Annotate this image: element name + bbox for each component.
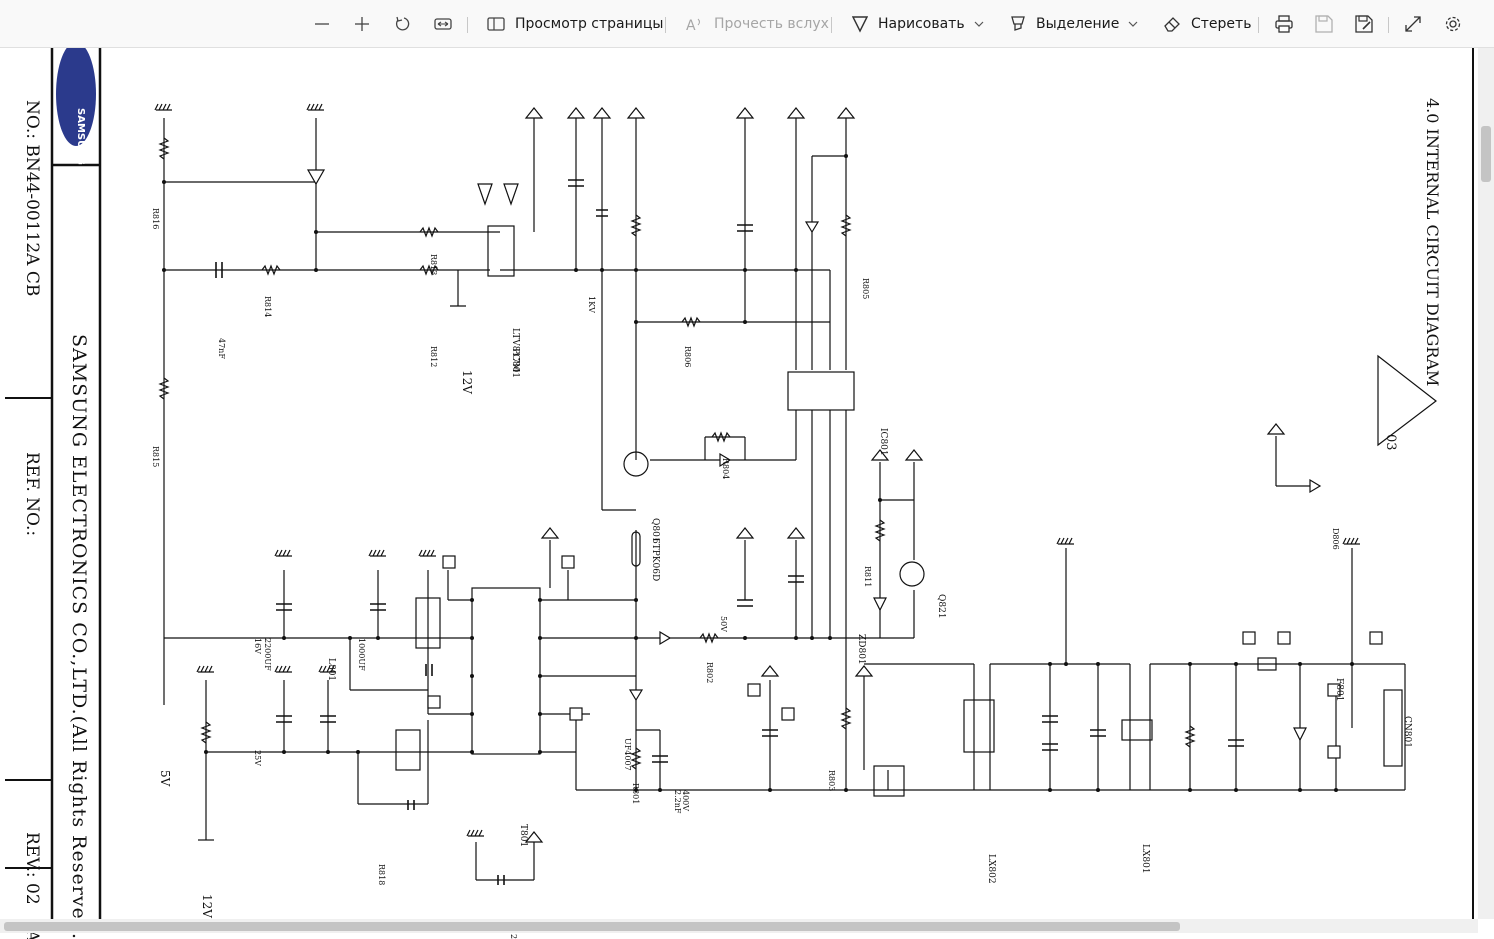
highlight-button[interactable]: Выделение bbox=[1010, 0, 1119, 48]
section-title: 4.0 INTERNAL CIRCUIT DIAGRAM bbox=[1423, 98, 1442, 387]
separator bbox=[1388, 17, 1389, 33]
component-label: R812 bbox=[429, 346, 438, 368]
component-label: 400V bbox=[681, 790, 690, 812]
component-label: UF4007 bbox=[623, 738, 632, 771]
component-label: R811 bbox=[863, 566, 872, 588]
draw-label: Нарисовать bbox=[878, 16, 965, 32]
rotate-icon bbox=[395, 16, 410, 31]
capacitor-symbols bbox=[215, 179, 1244, 885]
component-label: R815 bbox=[151, 446, 160, 468]
component-label: IC801 bbox=[878, 428, 888, 456]
horizontal-scroll-thumb[interactable] bbox=[4, 922, 1180, 931]
component-label: 47nF bbox=[217, 338, 226, 359]
plus-icon bbox=[355, 17, 369, 31]
gear-icon bbox=[1445, 16, 1461, 32]
component-label: R816 bbox=[151, 208, 160, 230]
printer-icon bbox=[1275, 15, 1293, 33]
component-label: R801 bbox=[631, 783, 640, 805]
revision: REV.: 02 bbox=[22, 832, 42, 905]
page-view-label: Просмотр страницы bbox=[515, 16, 664, 32]
bridge-rectifier bbox=[395, 225, 1277, 771]
fit-width-icon bbox=[434, 18, 452, 30]
component-label: 2200UF bbox=[263, 638, 272, 671]
page-view-icon bbox=[487, 17, 505, 31]
minus-icon bbox=[315, 23, 329, 25]
component-label: R818 bbox=[377, 864, 386, 886]
fullscreen-button[interactable] bbox=[1405, 0, 1421, 48]
highlighter-icon bbox=[1011, 16, 1025, 31]
page-view-button[interactable]: Просмотр страницы bbox=[487, 0, 663, 48]
title-block bbox=[5, 48, 1474, 920]
chevron-down-icon[interactable] bbox=[1128, 20, 1138, 28]
sheet-marker: 03 bbox=[1383, 434, 1398, 451]
doc-number: NO.: BN44-00112A CB bbox=[22, 100, 42, 297]
read-aloud-icon: A bbox=[686, 18, 700, 32]
component-label: ZD801 bbox=[856, 634, 866, 665]
pdf-toolbar: Просмотр страницы A Прочесть вслух Нарис… bbox=[0, 0, 1494, 48]
zoom-out-button[interactable] bbox=[314, 0, 330, 48]
voltage-label: 12V bbox=[200, 894, 214, 918]
save-icon bbox=[1315, 15, 1333, 33]
ref-number: REF. NO.: bbox=[22, 452, 42, 537]
component-label: 6TPK06D bbox=[650, 538, 660, 582]
read-aloud-button[interactable]: A Прочесть вслух bbox=[686, 0, 829, 48]
component-label: R804 bbox=[721, 458, 730, 480]
highlight-label: Выделение bbox=[1036, 16, 1120, 32]
component-label: 25V bbox=[253, 750, 262, 766]
separator bbox=[467, 17, 468, 33]
settings-button[interactable] bbox=[1444, 0, 1462, 48]
component-label: F801 bbox=[1334, 678, 1344, 702]
separator bbox=[665, 17, 666, 33]
component-label: 2.2nF bbox=[509, 934, 518, 939]
test-points bbox=[427, 555, 1383, 759]
voltage-label: 5V bbox=[158, 770, 172, 787]
component-label: 50V bbox=[719, 616, 728, 632]
save-button[interactable] bbox=[1315, 0, 1333, 48]
component-label: R813 bbox=[429, 254, 438, 276]
save-as-button[interactable] bbox=[1355, 0, 1373, 48]
separator bbox=[831, 17, 832, 33]
voltage-label: 12V bbox=[460, 370, 474, 394]
vertical-scroll-thumb[interactable] bbox=[1481, 126, 1491, 182]
ground-symbols bbox=[154, 103, 1360, 841]
erase-button[interactable]: Стереть bbox=[1163, 0, 1251, 48]
eraser-icon bbox=[1164, 17, 1180, 32]
component-label: 1KV bbox=[587, 296, 596, 313]
expand-icon bbox=[1405, 16, 1421, 32]
separator bbox=[1258, 17, 1259, 33]
erase-label: Стереть bbox=[1191, 16, 1252, 32]
circuit-wiring bbox=[163, 118, 1406, 881]
component-label: R814 bbox=[263, 296, 272, 318]
svg-text:A: A bbox=[686, 18, 696, 32]
component-label: T801 bbox=[518, 824, 528, 848]
print-button[interactable] bbox=[1275, 0, 1293, 48]
draw-button[interactable]: Нарисовать bbox=[852, 0, 965, 48]
schematic-sheet bbox=[5, 48, 1474, 920]
save-as-icon bbox=[1355, 15, 1373, 33]
component-label: R805 bbox=[861, 278, 870, 300]
component-label: 1000UF bbox=[357, 638, 366, 671]
component-label: PC801 bbox=[510, 348, 520, 379]
component-label: R803 bbox=[827, 770, 836, 792]
company-line: SAMSUNG ELECTRONICS CO.,LTD.(All Rights … bbox=[68, 334, 90, 939]
zoom-in-button[interactable] bbox=[354, 0, 370, 48]
read-aloud-label: Прочесть вслух bbox=[714, 16, 829, 32]
fit-width-button[interactable] bbox=[434, 0, 452, 48]
diode-symbols bbox=[306, 169, 1322, 742]
component-label: 16V bbox=[253, 638, 262, 654]
draw-icon bbox=[852, 16, 868, 33]
component-label: LX801 bbox=[1140, 844, 1150, 874]
component-label: 2.2nF bbox=[673, 790, 682, 814]
component-label: LX802 bbox=[986, 854, 996, 884]
logo-text: SAMSUNG bbox=[75, 108, 86, 165]
component-label: R806 bbox=[683, 346, 692, 368]
component-label: L801 bbox=[326, 658, 336, 682]
component-label: D806 bbox=[1331, 528, 1340, 550]
rotate-button[interactable] bbox=[394, 0, 412, 48]
component-label: R802 bbox=[705, 662, 714, 684]
document-page: NO.: BN44-00112A CB REF. NO.: REV.: 02 P… bbox=[0, 48, 1494, 939]
component-label: Q821 bbox=[936, 594, 946, 619]
chevron-down-icon[interactable] bbox=[974, 20, 984, 28]
component-label: CN801 bbox=[1402, 716, 1412, 748]
